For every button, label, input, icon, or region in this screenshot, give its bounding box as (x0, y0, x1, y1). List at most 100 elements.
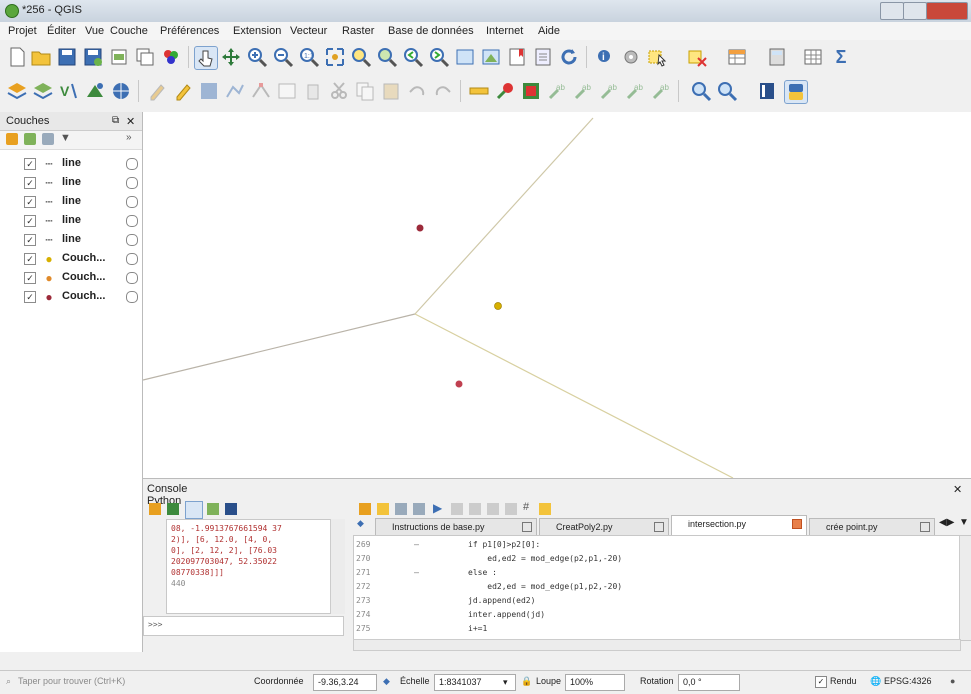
editor-horizontal-scrollbar[interactable] (353, 639, 961, 651)
zoom-to-selection-icon[interactable] (350, 46, 372, 68)
zoom-in-icon[interactable] (246, 46, 268, 68)
crs-status[interactable]: EPSG:4326 (884, 676, 932, 686)
tab-instructions[interactable]: Instructions de base.py (375, 518, 537, 535)
open-script-icon[interactable] (359, 503, 371, 515)
run-feature-action-icon[interactable] (620, 46, 642, 68)
manage-visibility-icon[interactable] (42, 133, 54, 145)
filter-legend-icon[interactable]: ▼ (60, 132, 71, 144)
open-attribute-table-icon[interactable] (726, 46, 748, 68)
layer-item[interactable]: ✓ ┄ line (6, 194, 138, 210)
menu-vue[interactable]: Vue (85, 25, 104, 37)
delete-selected-icon[interactable] (302, 80, 324, 102)
layer-visibility-checkbox[interactable]: ✓ (24, 291, 36, 303)
add-wms-layer-icon[interactable] (110, 80, 132, 102)
zoom-to-layer-icon[interactable] (376, 46, 398, 68)
cut-features-icon[interactable] (328, 80, 350, 102)
move-label-icon[interactable]: ab (572, 80, 594, 102)
layer-item[interactable]: ✓ ┄ line (6, 175, 138, 191)
paste-icon[interactable] (487, 503, 499, 515)
tab-close-icon[interactable] (522, 522, 532, 532)
tab-creatpoly2[interactable]: CreatPoly2.py (539, 518, 669, 535)
rotation-spinbox[interactable]: 0,0 ° (678, 674, 740, 691)
layer-visibility-checkbox[interactable]: ✓ (24, 158, 36, 170)
layer-indicator-icon[interactable] (126, 253, 138, 265)
zoom-in-search-icon[interactable] (690, 80, 712, 102)
new-map-view-icon[interactable] (454, 46, 476, 68)
add-layer-icon[interactable] (84, 80, 106, 102)
zoom-native-icon[interactable]: 1:1 (298, 46, 320, 68)
layer-indicator-icon[interactable] (126, 215, 138, 227)
menu-raster[interactable]: Raster (342, 25, 374, 37)
layer-visibility-checkbox[interactable]: ✓ (24, 253, 36, 265)
undo-icon[interactable] (406, 80, 428, 102)
line-feature[interactable] (414, 313, 734, 479)
touch-zoom-pan-icon[interactable] (194, 46, 218, 70)
identify-features-icon[interactable]: i (594, 46, 616, 68)
menu-couche[interactable]: Couche (110, 25, 148, 37)
zoom-last-icon[interactable] (402, 46, 424, 68)
extents-toggle-icon[interactable]: ◆ (383, 676, 390, 687)
layer-item[interactable]: ✓ ● Couch... (6, 251, 138, 267)
new-3d-map-view-icon[interactable] (480, 46, 502, 68)
layer-visibility-checkbox[interactable]: ✓ (24, 272, 36, 284)
toggle-editing-icon[interactable] (172, 80, 194, 102)
copy-features-icon[interactable] (354, 80, 376, 102)
layer-item[interactable]: ✓ ┄ line (6, 232, 138, 248)
code-editor[interactable]: 269 270 271 272 273 274 275 – – if p1[0]… (353, 535, 971, 641)
python-console-icon[interactable] (784, 80, 808, 104)
change-label-icon[interactable]: ab (624, 80, 646, 102)
save-project-icon[interactable] (56, 46, 78, 68)
tab-close-icon[interactable] (920, 522, 930, 532)
find-icon[interactable] (505, 503, 517, 515)
menu-extension[interactable]: Extension (233, 25, 281, 37)
map-canvas[interactable] (142, 112, 971, 479)
layer-indicator-icon[interactable] (126, 196, 138, 208)
show-bookmarks-icon[interactable] (532, 46, 554, 68)
tab-close-icon[interactable] (654, 522, 664, 532)
rotate-label-icon[interactable]: ab (598, 80, 620, 102)
refresh-icon[interactable] (558, 46, 580, 68)
sum-icon[interactable]: Σ (830, 46, 852, 68)
tab-list-icon[interactable]: ▼ (959, 517, 969, 528)
save-as-icon[interactable] (82, 46, 104, 68)
pan-map-icon[interactable] (220, 46, 242, 68)
menu-preferences[interactable]: Préférences (160, 25, 219, 37)
layer-indicator-icon[interactable] (126, 291, 138, 303)
point-feature[interactable] (455, 380, 463, 388)
diagram-icon[interactable]: ab (650, 80, 672, 102)
layer-indicator-icon[interactable] (126, 177, 138, 189)
vertex-tool-icon[interactable] (250, 80, 272, 102)
tab-intersection[interactable]: intersection.py (671, 515, 807, 535)
zoom-out-search-icon[interactable] (716, 80, 738, 102)
layer-item[interactable]: ✓ ┄ line (6, 213, 138, 229)
data-source-manager-icon[interactable] (6, 80, 28, 102)
current-edits-icon[interactable] (146, 80, 168, 102)
object-inspector-icon[interactable] (539, 503, 551, 515)
float-panel-icon[interactable]: ⧉ (112, 115, 119, 126)
layer-indicator-icon[interactable] (126, 158, 138, 170)
console-scrollbar[interactable] (330, 519, 345, 614)
new-project-icon[interactable] (6, 46, 28, 68)
new-bookmark-icon[interactable] (506, 46, 528, 68)
layer-indicator-icon[interactable] (126, 272, 138, 284)
style-manager-icon[interactable] (160, 46, 182, 68)
close-console-icon[interactable]: ✕ (953, 483, 962, 496)
show-hide-labels-icon[interactable]: ab (546, 80, 568, 102)
zoom-full-icon[interactable] (324, 46, 346, 68)
crs-globe-icon[interactable]: 🌐 (870, 676, 881, 687)
redo-icon[interactable] (432, 80, 454, 102)
editor-vertical-scrollbar[interactable] (959, 536, 971, 640)
layer-visibility-checkbox[interactable]: ✓ (24, 177, 36, 189)
cut-icon[interactable] (451, 503, 463, 515)
layer-item[interactable]: ✓ ┄ line (6, 156, 138, 172)
run-command-icon[interactable] (167, 503, 179, 515)
menu-base-de-donnees[interactable]: Base de données (388, 25, 474, 37)
line-feature[interactable] (142, 313, 416, 381)
open-project-icon[interactable] (30, 46, 52, 68)
zoom-next-icon[interactable] (428, 46, 450, 68)
close-panel-icon[interactable]: ✕ (126, 115, 135, 128)
tab-scroll-right-icon[interactable]: ◀▶ (939, 517, 954, 528)
layer-indicator-icon[interactable] (126, 234, 138, 246)
more-icon[interactable]: » (126, 132, 132, 143)
pin-labels-icon[interactable] (494, 80, 516, 102)
